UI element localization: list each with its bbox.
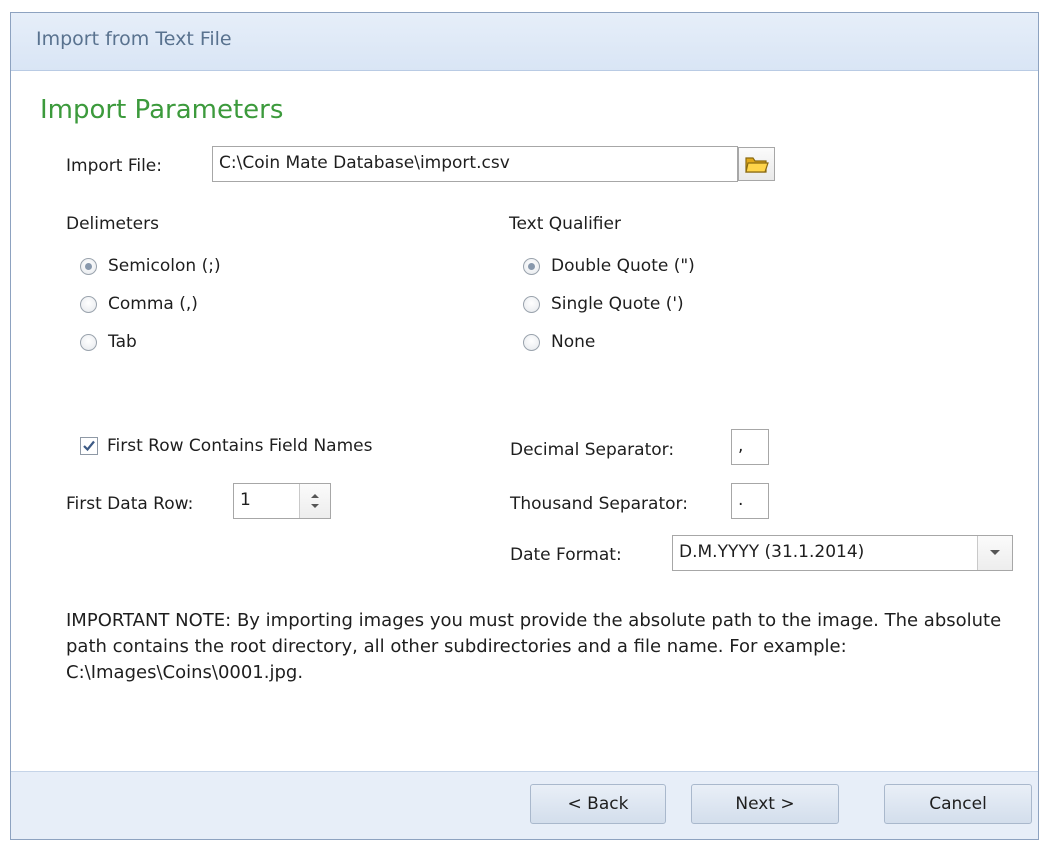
- checkmark-icon: [83, 440, 95, 452]
- radio-button[interactable]: [523, 257, 540, 275]
- thousand-separator-label: Thousand Separator:: [510, 494, 688, 514]
- section-title: Import Parameters: [40, 95, 284, 125]
- window-title: Import from Text File: [36, 28, 232, 50]
- import-dialog: Import from Text File Import Parameters …: [10, 12, 1039, 840]
- dialog-footer: < Back Next > Cancel: [11, 771, 1038, 839]
- browse-button[interactable]: [738, 147, 775, 181]
- thousand-separator-input[interactable]: .: [731, 483, 769, 519]
- radio-comma[interactable]: Comma (,): [80, 294, 198, 314]
- radio-label: Single Quote ('): [551, 294, 684, 314]
- import-file-input[interactable]: C:\Coin Mate Database\import.csv: [212, 146, 738, 182]
- checkbox[interactable]: [80, 437, 98, 455]
- radio-label: Comma (,): [108, 294, 198, 314]
- spinner-arrows-icon[interactable]: [299, 484, 330, 518]
- date-format-select[interactable]: D.M.YYYY (31.1.2014): [672, 535, 1013, 571]
- stepper-value: 1: [240, 490, 251, 510]
- back-button[interactable]: < Back: [530, 784, 666, 824]
- title-bar: Import from Text File: [11, 13, 1038, 71]
- import-file-label: Import File:: [66, 156, 162, 176]
- radio-label: Double Quote ("): [551, 256, 695, 276]
- decimal-separator-input[interactable]: ,: [731, 429, 769, 465]
- radio-button[interactable]: [80, 295, 97, 313]
- dropdown-button[interactable]: [977, 536, 1012, 570]
- radio-single-quote[interactable]: Single Quote ('): [523, 294, 684, 314]
- chevron-down-icon: [990, 550, 1000, 555]
- radio-semicolon[interactable]: Semicolon (;): [80, 256, 221, 276]
- important-note: IMPORTANT NOTE: By importing images you …: [66, 610, 1002, 683]
- radio-label: Semicolon (;): [108, 256, 221, 276]
- radio-button[interactable]: [80, 333, 97, 351]
- radio-button[interactable]: [523, 333, 540, 351]
- next-button[interactable]: Next >: [691, 784, 839, 824]
- radio-label: None: [551, 332, 596, 352]
- checkbox-label: First Row Contains Field Names: [107, 436, 373, 456]
- date-format-label: Date Format:: [510, 545, 622, 565]
- radio-none[interactable]: None: [523, 332, 595, 352]
- first-data-row-label: First Data Row:: [66, 494, 194, 514]
- decimal-separator-label: Decimal Separator:: [510, 440, 675, 460]
- radio-label: Tab: [108, 332, 137, 352]
- first-data-row-stepper[interactable]: 1: [233, 483, 331, 519]
- folder-open-icon: [744, 157, 769, 173]
- text-qualifier-heading: Text Qualifier: [509, 214, 621, 234]
- first-row-field-names-checkbox[interactable]: First Row Contains Field Names: [80, 436, 372, 456]
- radio-button[interactable]: [80, 257, 97, 275]
- radio-tab[interactable]: Tab: [80, 332, 137, 352]
- delimiters-heading: Delimeters: [66, 214, 159, 234]
- dialog-content: Import Parameters Import File: C:\Coin M…: [23, 71, 1026, 771]
- date-format-value: D.M.YYYY (31.1.2014): [679, 542, 865, 562]
- radio-double-quote[interactable]: Double Quote ("): [523, 256, 695, 276]
- radio-button[interactable]: [523, 295, 540, 313]
- cancel-button[interactable]: Cancel: [884, 784, 1032, 824]
